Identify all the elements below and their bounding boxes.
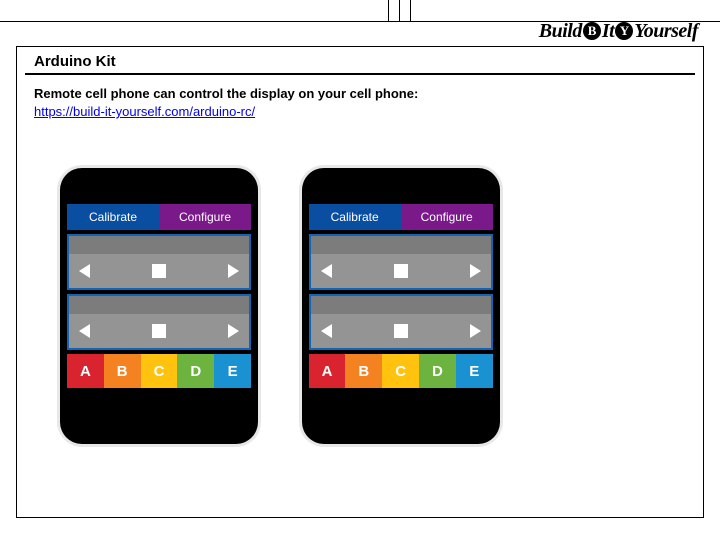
tab-row: Calibrate Configure: [67, 204, 251, 230]
slider-knob[interactable]: [152, 264, 166, 278]
triangle-right-icon: [228, 264, 239, 278]
phone-screen: Calibrate Configure A: [67, 204, 251, 414]
arduino-rc-link[interactable]: https://build-it-yourself.com/arduino-rc…: [34, 104, 255, 119]
button-d[interactable]: D: [419, 354, 456, 388]
slider-knob[interactable]: [394, 324, 408, 338]
logo-word: It: [602, 20, 614, 42]
triangle-left-icon: [79, 324, 90, 338]
button-c[interactable]: C: [382, 354, 419, 388]
tab-calibrate[interactable]: Calibrate: [309, 204, 401, 230]
triangle-right-icon: [228, 324, 239, 338]
triangle-left-icon: [321, 324, 332, 338]
triangle-left-icon: [79, 264, 90, 278]
button-e[interactable]: E: [456, 354, 493, 388]
tab-configure[interactable]: Configure: [159, 204, 251, 230]
button-d[interactable]: D: [177, 354, 214, 388]
slider-control[interactable]: [309, 234, 493, 290]
logo-dot: Y: [615, 22, 633, 40]
tab-calibrate[interactable]: Calibrate: [67, 204, 159, 230]
button-b[interactable]: B: [104, 354, 141, 388]
tab-configure[interactable]: Configure: [401, 204, 493, 230]
slider-control[interactable]: [67, 234, 251, 290]
tab-row: Calibrate Configure: [309, 204, 493, 230]
button-a[interactable]: A: [309, 354, 346, 388]
triangle-right-icon: [470, 324, 481, 338]
triangle-left-icon: [321, 264, 332, 278]
logo-word: Yourself: [634, 20, 698, 42]
triangle-right-icon: [470, 264, 481, 278]
logo-dot: B: [583, 22, 601, 40]
button-b[interactable]: B: [345, 354, 382, 388]
phone-left: Calibrate Configure A: [60, 168, 258, 444]
slider-control[interactable]: [67, 294, 251, 350]
button-row: A B C D E: [67, 354, 251, 388]
phone-mockups: Calibrate Configure A: [60, 168, 540, 444]
button-a[interactable]: A: [67, 354, 104, 388]
logo-word: Build: [539, 20, 582, 42]
button-e[interactable]: E: [214, 354, 251, 388]
brand-logo: BuildBItYYourself: [539, 20, 698, 43]
slider-knob[interactable]: [152, 324, 166, 338]
button-row: A B C D E: [309, 354, 493, 388]
horizontal-rule: [25, 73, 695, 75]
ruler-horizontal: [0, 0, 720, 22]
page-title: Arduino Kit: [34, 53, 116, 70]
button-c[interactable]: C: [141, 354, 178, 388]
phone-screen: Calibrate Configure A: [309, 204, 493, 414]
slider-control[interactable]: [309, 294, 493, 350]
slider-knob[interactable]: [394, 264, 408, 278]
page-description: Remote cell phone can control the displa…: [34, 86, 418, 101]
phone-right: Calibrate Configure A: [302, 168, 500, 444]
